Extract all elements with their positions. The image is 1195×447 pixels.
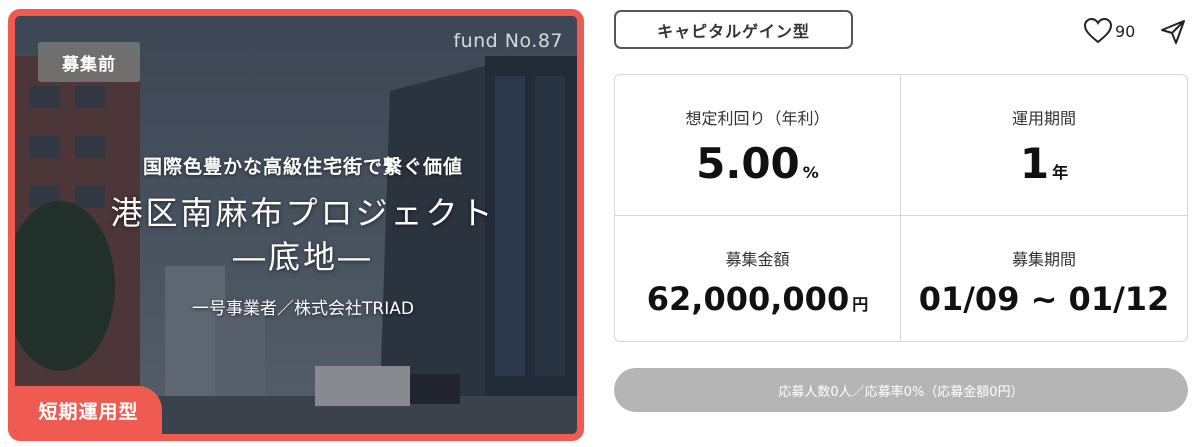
- project-title: 港区南麻布プロジェクト ―底地―: [15, 191, 577, 279]
- amount-value-row: 62,000,000 円: [647, 280, 868, 318]
- project-title-line2: ―底地―: [232, 238, 373, 276]
- application-status-button[interactable]: 応募人数0人／応募率0%（応募金額0円）: [614, 368, 1188, 412]
- amount-unit: 円: [852, 295, 869, 314]
- project-title-line1: 港区南麻布プロジェクト: [110, 194, 496, 232]
- period-value-row: 1年: [1020, 139, 1068, 188]
- yield-value-row: 5.00%: [696, 139, 819, 188]
- recruit-period-cell: 募集期間 01/09 ~ 01/12: [901, 216, 1187, 341]
- recruit-period-value: 01/09 ~ 01/12: [918, 280, 1170, 318]
- period-unit: 年: [1052, 163, 1069, 182]
- period-cell: 運用期間 1年: [901, 75, 1187, 216]
- yield-label: 想定利回り（年利）: [685, 109, 830, 128]
- status-badge: 募集前: [38, 42, 140, 82]
- category-badge: キャピタルゲイン型: [614, 10, 853, 49]
- period-value: 1: [1019, 139, 1050, 188]
- share-button[interactable]: [1160, 19, 1186, 49]
- operator-name: 一号事業者／株式会社TRIAD: [192, 299, 414, 319]
- project-catchphrase: 国際色豊かな高級住宅街で繋ぐ価値: [142, 156, 463, 178]
- fund-type-tag: 短期運用型: [15, 386, 162, 434]
- heart-icon: [1084, 18, 1112, 44]
- recruit-period-label: 募集期間: [1011, 250, 1076, 269]
- like-count: 90: [1115, 21, 1136, 41]
- period-label: 運用期間: [1011, 109, 1076, 128]
- share-icon: [1161, 20, 1185, 44]
- amount-value: 62,000,000: [646, 280, 850, 318]
- yield-value: 5.00: [696, 139, 800, 188]
- yield-cell: 想定利回り（年利） 5.00%: [615, 75, 901, 216]
- recruit-period-row: 01/09 ~ 01/12: [919, 280, 1170, 318]
- project-card[interactable]: fund No.87 募集前 国際色豊かな高級住宅街で繋ぐ価値 港区南麻布プロジ…: [8, 9, 584, 441]
- fund-number: fund No.87: [453, 30, 563, 52]
- like-button[interactable]: 90: [1084, 18, 1135, 44]
- yield-unit: %: [802, 163, 819, 182]
- metrics-grid: 想定利回り（年利） 5.00% 運用期間 1年 募集金額 62,000,000 円…: [614, 74, 1188, 342]
- amount-cell: 募集金額 62,000,000 円: [615, 216, 901, 341]
- amount-label: 募集金額: [725, 250, 790, 269]
